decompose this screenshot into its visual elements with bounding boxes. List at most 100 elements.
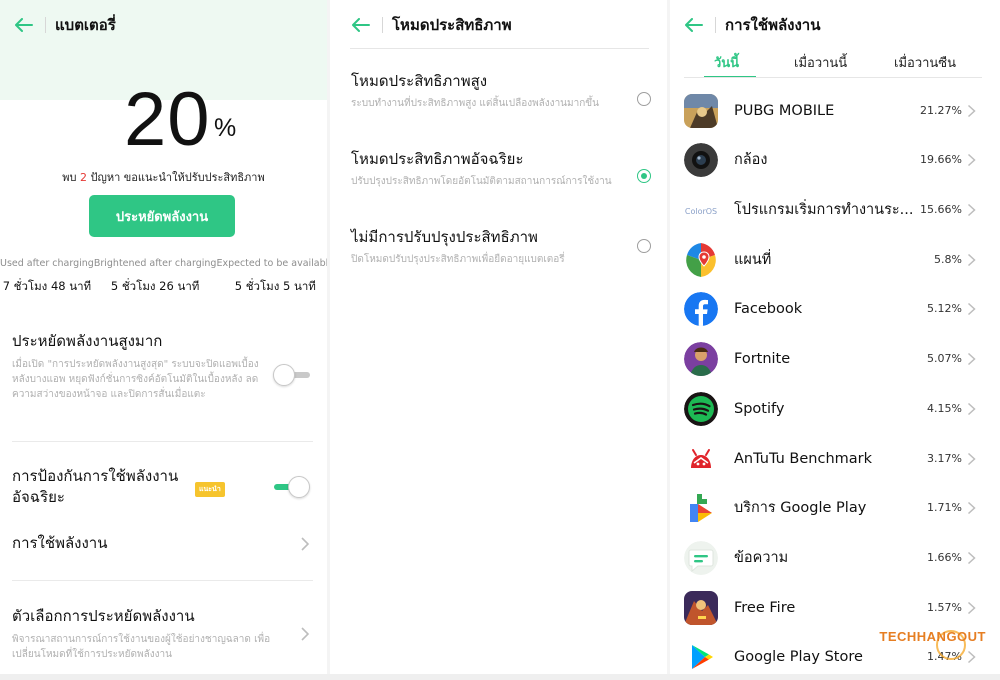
mode-smart[interactable]: โหมดประสิทธิภาพอัจฉริยะ ปรับปรุงประสิทธิ…: [351, 149, 651, 189]
super-saver-toggle[interactable]: [273, 364, 311, 386]
app-name: บริการ Google Play: [734, 500, 867, 516]
app-row-system-launcher[interactable]: ColorOS โปรแกรมเริ่มการทำงานระ... 15.66%: [670, 185, 1000, 234]
smart-protect-title: การป้องกันการใช้พลังงานอัจฉริยะ: [12, 467, 179, 506]
app-name: AnTuTu Benchmark: [734, 450, 872, 467]
chevron-right-icon: [967, 501, 976, 515]
app-name: แผนที่: [734, 252, 772, 268]
toggle-knob: [288, 476, 310, 498]
chevron-right-icon: [967, 253, 976, 267]
title-separator: [45, 17, 46, 33]
app-row-play-services[interactable]: บริการ Google Play 1.71%: [670, 483, 1000, 532]
app-row-free-fire[interactable]: Free Fire 1.57%: [670, 583, 1000, 632]
tip-suffix: ปัญหา ขอแนะนำให้ปรับประสิทธิภาพ: [90, 171, 265, 184]
app-percent: 4.15%: [927, 402, 962, 415]
optimization-tip: พบ 2 ปัญหา ขอแนะนำให้ปรับประสิทธิภาพ: [0, 168, 327, 186]
smart-protect-setting[interactable]: การป้องกันการใช้พลังงานอัจฉริยะ: [12, 466, 187, 508]
save-power-button[interactable]: ประหยัดพลังงาน: [89, 195, 235, 237]
app-percent: 1.71%: [927, 501, 962, 514]
app-percent: 21.27%: [920, 104, 962, 117]
mode-no-optimization[interactable]: ไม่มีการปรับปรุงประสิทธิภาพ ปิดโหมดปรับป…: [351, 227, 651, 267]
back-arrow-icon[interactable]: [679, 10, 709, 40]
mode-title: โหมดประสิทธิภาพอัจฉริยะ: [351, 150, 524, 168]
title-separator: [382, 17, 383, 33]
battery-panel: แบตเตอรี่ 20 % พบ 2 ปัญหา ขอแนะนำให้ปรับ…: [0, 0, 327, 680]
watermark-tech: TECH: [879, 629, 917, 644]
chevron-right-icon: [967, 452, 976, 466]
app-percent: 1.57%: [927, 601, 962, 614]
chevron-right-icon: [300, 536, 310, 552]
stat-expected: Expected to be available 5 ชั่วโมง 5 นาท…: [216, 258, 327, 296]
app-name: Fortnite: [734, 350, 791, 367]
mode-high-performance[interactable]: โหมดประสิทธิภาพสูง ระบบทำงานที่ประสิทธิภ…: [351, 71, 651, 111]
usage-topbar: การใช้พลังงาน: [670, 0, 1000, 50]
play-services-icon: [684, 490, 718, 525]
day-tabs: วันนี้ เมื่อวานนี้ เมื่อวานซืน: [684, 52, 982, 78]
app-percent: 5.12%: [927, 302, 962, 315]
stat-value: 5 ชั่วโมง 26 นาที: [110, 279, 200, 293]
stat-value: 5 ชั่วโมง 5 นาที: [234, 279, 316, 293]
recommended-badge: แนะนำ: [195, 482, 225, 497]
chevron-right-icon: [967, 104, 976, 118]
chevron-right-icon: [967, 601, 976, 615]
stat-used: Used after charging 7 ชั่วโมง 48 นาที: [0, 258, 94, 296]
app-row-pubg[interactable]: PUBG MOBILE 21.27%: [670, 86, 1000, 135]
tab-day-before[interactable]: เมื่อวานซืน: [894, 52, 956, 73]
facebook-icon: [684, 291, 718, 326]
battery-level: 20: [124, 77, 211, 162]
header-divider: [350, 48, 649, 49]
super-saver-title: ประหยัดพลังงานสูงมาก: [12, 332, 163, 350]
app-name: PUBG MOBILE: [734, 102, 835, 119]
tab-today[interactable]: วันนี้: [714, 52, 739, 73]
saving-options-title: ตัวเลือกการประหยัดพลังงาน: [12, 607, 195, 625]
app-row-fortnite[interactable]: Fortnite 5.07%: [670, 334, 1000, 383]
app-row-messages[interactable]: ข้อความ 1.66%: [670, 533, 1000, 582]
app-percent: 19.66%: [920, 153, 962, 166]
back-arrow-icon[interactable]: [346, 10, 376, 40]
tabs-divider: [684, 77, 982, 78]
app-row-facebook[interactable]: Facebook 5.12%: [670, 284, 1000, 333]
chevron-right-icon: [967, 203, 976, 217]
page-title: โหมดประสิทธิภาพ: [392, 16, 512, 34]
chevron-right-icon: [967, 551, 976, 565]
power-usage-label: การใช้พลังงาน: [12, 534, 108, 552]
app-percent: 1.66%: [927, 551, 962, 564]
app-name: Spotify: [734, 400, 785, 417]
app-row-maps[interactable]: แผนที่ 5.8%: [670, 235, 1000, 284]
tab-yesterday[interactable]: เมื่อวานนี้: [794, 52, 847, 73]
app-row-antutu[interactable]: AnTuTu Benchmark 3.17%: [670, 434, 1000, 483]
app-name: Google Play Store: [734, 648, 863, 665]
mode-radio-selected[interactable]: [637, 169, 651, 183]
mode-desc: ปรับปรุงประสิทธิภาพโดยอัตโนมัติตามสถานกา…: [351, 176, 612, 187]
usage-panel: การใช้พลังงาน วันนี้ เมื่อวานนี้ เมื่อวา…: [670, 0, 1000, 680]
watermark-hangout: HANGOUT: [916, 629, 986, 644]
app-percent: 5.07%: [927, 352, 962, 365]
smart-protect-toggle[interactable]: [272, 476, 310, 498]
battery-stats: Used after charging 7 ชั่วโมง 48 นาที Br…: [0, 258, 327, 296]
coloros-icon: ColorOS: [684, 192, 718, 227]
stat-value: 7 ชั่วโมง 48 นาที: [2, 279, 92, 293]
watermark-logo: TECHHANGOUT: [879, 629, 986, 644]
app-name: Facebook: [734, 300, 803, 317]
mode-radio[interactable]: [637, 239, 651, 253]
power-usage-link[interactable]: การใช้พลังงาน: [12, 533, 313, 554]
page-title: การใช้พลังงาน: [725, 16, 821, 34]
stat-label: Brightened after charging: [93, 258, 217, 269]
battery-topbar: แบตเตอรี่: [0, 0, 327, 50]
stat-brightened: Brightened after charging 5 ชั่วโมง 26 น…: [94, 258, 217, 296]
app-percent: 15.66%: [920, 203, 962, 216]
app-row-camera[interactable]: กล้อง 19.66%: [670, 135, 1000, 184]
chevron-right-icon: [967, 153, 976, 167]
super-saver-setting[interactable]: ประหยัดพลังงานสูงมาก เมื่อเปิด "การประหย…: [12, 331, 313, 402]
app-row-spotify[interactable]: Spotify 4.15%: [670, 384, 1000, 433]
chevron-right-icon: [967, 650, 976, 664]
mode-radio[interactable]: [637, 92, 651, 106]
issue-count: 2: [79, 171, 87, 184]
divider: [12, 580, 313, 581]
back-arrow-icon[interactable]: [9, 10, 39, 40]
mode-desc: ระบบทำงานที่ประสิทธิภาพสูง แต่สิ้นเปลือง…: [351, 98, 599, 109]
divider: [12, 441, 313, 442]
app-name: Free Fire: [734, 599, 796, 616]
app-name: กล้อง: [734, 152, 768, 168]
freefire-icon: [684, 590, 718, 625]
saving-options-link[interactable]: ตัวเลือกการประหยัดพลังงาน พิจารณาสถานการ…: [12, 606, 313, 662]
